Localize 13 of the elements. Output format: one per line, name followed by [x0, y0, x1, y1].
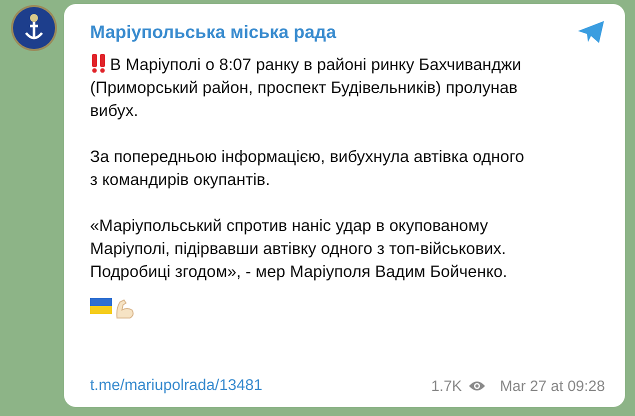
anchor-avatar[interactable]: [10, 4, 58, 52]
post-link[interactable]: t.me/mariupolrada/13481: [90, 377, 262, 395]
message-paragraph: «Маріупольський спротив наніс удар в окупованому Маріуполі, підірвавши автівку одного з топ-військових. Подробиці згодом», - мер Маріуполя Вадим Бойченко.: [90, 216, 508, 283]
channel-name[interactable]: Маріупольська міська рада: [90, 22, 336, 42]
paper-plane-icon[interactable]: [577, 20, 605, 44]
eye-icon: [468, 380, 486, 392]
flexed-arm-icon: [114, 298, 136, 320]
message-paragraph: В Маріуполі о 8:07 ранку в районі ринку Бахчиванджи (Приморський район, проспект Будівельників) пролунав вибух.: [90, 53, 535, 123]
view-count: 1.7K: [431, 378, 462, 394]
post-date: Mar 27 at 09:28: [500, 378, 605, 394]
message-paragraph: За попередньою інформацією, вибухнула автівка одного з командирів окупантів.: [90, 147, 526, 191]
flag-icon: [90, 298, 112, 314]
double-exclamation-icon: [90, 53, 108, 73]
